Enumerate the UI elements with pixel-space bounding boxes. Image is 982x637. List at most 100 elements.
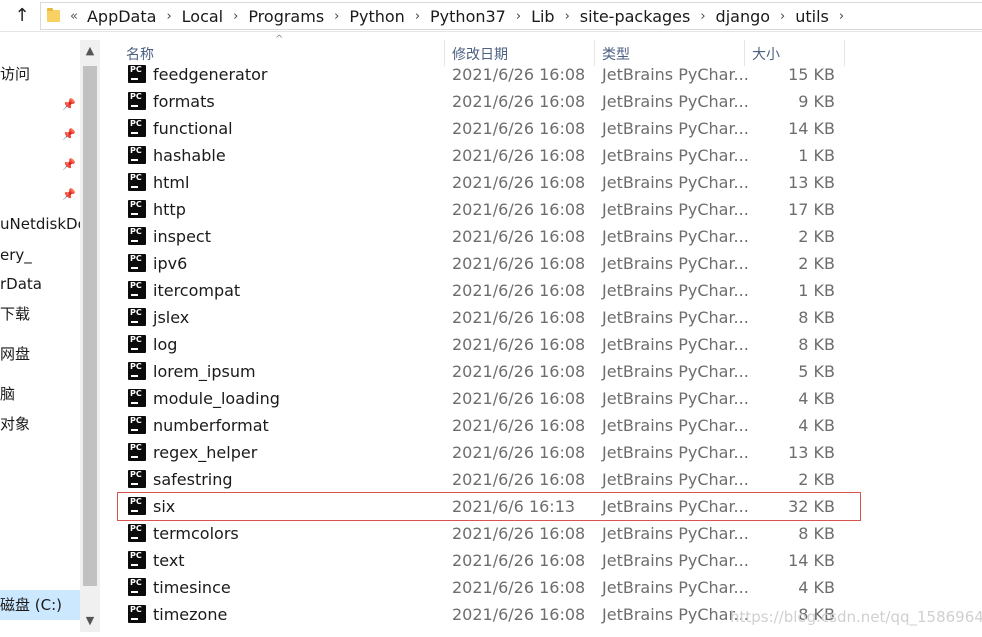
nav-item-local-disk-c[interactable]: 磁盘 (C:) xyxy=(0,594,62,616)
file-size: 9 KB xyxy=(798,92,835,111)
chevron-right-icon[interactable]: › xyxy=(780,9,785,24)
nav-item-this-pc[interactable]: 脑 xyxy=(0,383,15,405)
file-row[interactable]: PC http 2021/6/26 16:08 JetBrains PyChar...… xyxy=(118,196,860,223)
file-date-modified: 2021/6/26 16:08 xyxy=(452,308,586,327)
breadcrumb-item[interactable]: Python37 xyxy=(427,7,509,26)
chevron-right-icon[interactable]: › xyxy=(415,9,420,24)
chevron-right-icon[interactable]: › xyxy=(233,9,238,24)
file-row[interactable]: PC jslex 2021/6/26 16:08 JetBrains PyChar..… xyxy=(118,304,860,331)
up-arrow-icon[interactable]: ↑ xyxy=(10,4,34,28)
chevron-right-icon[interactable]: › xyxy=(166,9,171,24)
file-row[interactable]: PC html 2021/6/26 16:08 JetBrains PyChar...… xyxy=(118,169,860,196)
breadcrumb-item[interactable]: django xyxy=(713,7,774,26)
nav-item-quick-access[interactable]: 访问 xyxy=(0,63,30,85)
file-type: JetBrains PyChar... xyxy=(602,578,749,597)
file-row[interactable]: PC ipv6 2021/6/26 16:08 JetBrains PyChar...… xyxy=(118,250,860,277)
breadcrumb-item[interactable]: utils xyxy=(792,7,832,26)
file-row[interactable]: PC inspect 2021/6/26 16:08 JetBrains PyChar… xyxy=(118,223,860,250)
file-date-modified: 2021/6/26 16:08 xyxy=(452,389,586,408)
nav-item-userdata[interactable]: rData xyxy=(0,273,42,295)
file-size: 1 KB xyxy=(798,281,835,300)
file-type: JetBrains PyChar... xyxy=(602,335,749,354)
file-type: JetBrains PyChar... xyxy=(602,254,749,273)
file-row[interactable]: PC six 2021/6/6 16:13 JetBrains PyChar... 32… xyxy=(117,492,861,521)
pycharm-file-icon: PC xyxy=(128,254,146,272)
file-size: 2 KB xyxy=(798,470,835,489)
chevron-right-icon[interactable]: › xyxy=(565,9,570,24)
file-type: JetBrains PyChar... xyxy=(602,497,749,516)
file-type: JetBrains PyChar... xyxy=(602,524,749,543)
nav-scrollbar[interactable]: ▲ ▼ xyxy=(80,40,100,632)
chevron-right-icon[interactable]: › xyxy=(700,9,705,24)
breadcrumb-item[interactable]: site-packages xyxy=(577,7,694,26)
file-row[interactable]: PC functional 2021/6/26 16:08 JetBrains PyC… xyxy=(118,115,860,142)
file-row[interactable]: PC formats 2021/6/26 16:08 JetBrains PyChar… xyxy=(118,88,860,115)
breadcrumb-item[interactable]: Programs xyxy=(245,7,327,26)
pin-icon[interactable]: 📌 xyxy=(62,188,76,202)
file-type: JetBrains PyChar... xyxy=(602,173,749,192)
file-name: module_loading xyxy=(153,389,280,408)
file-type: JetBrains PyChar... xyxy=(602,470,749,489)
file-row[interactable]: PC lorem_ipsum 2021/6/26 16:08 JetBrains Py… xyxy=(118,358,860,385)
file-row[interactable]: PC module_loading 2021/6/26 16:08 JetBrains… xyxy=(118,385,860,412)
scroll-thumb[interactable] xyxy=(83,66,97,586)
file-row[interactable]: PC safestring 2021/6/26 16:08 JetBrains PyC… xyxy=(118,466,860,493)
file-date-modified: 2021/6/26 16:08 xyxy=(452,524,586,543)
nav-item-3d-objects[interactable]: 对象 xyxy=(0,413,30,435)
file-type: JetBrains PyChar... xyxy=(602,416,749,435)
breadcrumb-overflow-button[interactable]: « xyxy=(70,9,78,24)
file-type: JetBrains PyChar... xyxy=(602,119,749,138)
pin-icon[interactable]: 📌 xyxy=(62,98,76,112)
pin-icon[interactable]: 📌 xyxy=(62,158,76,172)
file-row[interactable]: PC timesince 2021/6/26 16:08 JetBrains PyCh… xyxy=(118,574,860,601)
file-date-modified: 2021/6/26 16:08 xyxy=(452,551,586,570)
breadcrumb-item[interactable]: Lib xyxy=(528,7,558,26)
file-date-modified: 2021/6/26 16:08 xyxy=(452,146,586,165)
file-row[interactable]: PC numberformat 2021/6/26 16:08 JetBrains P… xyxy=(118,412,860,439)
file-size: 8 KB xyxy=(798,335,835,354)
file-size: 32 KB xyxy=(788,497,835,516)
nav-item-query[interactable]: ery_ xyxy=(0,244,32,266)
file-size: 1 KB xyxy=(798,146,835,165)
file-date-modified: 2021/6/26 16:08 xyxy=(452,119,586,138)
file-name: html xyxy=(153,173,190,192)
nav-item-network-drive[interactable]: 网盘 xyxy=(0,343,30,365)
file-row[interactable]: PC text 2021/6/26 16:08 JetBrains PyChar...… xyxy=(118,547,860,574)
nav-item-netdisk[interactable]: uNetdiskDo xyxy=(0,213,87,235)
file-name: lorem_ipsum xyxy=(153,362,256,381)
breadcrumb[interactable]: « AppData › Local › Programs › Python › Python37… xyxy=(40,2,982,30)
file-type: JetBrains PyChar... xyxy=(602,605,749,624)
file-row[interactable]: PC regex_helper 2021/6/26 16:08 JetBrains P… xyxy=(118,439,860,466)
pycharm-file-icon: PC xyxy=(128,308,146,326)
pycharm-file-icon: PC xyxy=(128,281,146,299)
file-date-modified: 2021/6/6 16:13 xyxy=(452,497,576,516)
file-size: 5 KB xyxy=(798,362,835,381)
pycharm-file-icon: PC xyxy=(128,524,146,542)
pycharm-file-icon: PC xyxy=(128,65,146,83)
file-type: JetBrains PyChar... xyxy=(602,200,749,219)
chevron-right-icon[interactable]: › xyxy=(516,9,521,24)
file-row[interactable]: PC itercompat 2021/6/26 16:08 JetBrains PyC… xyxy=(118,277,860,304)
chevron-right-icon[interactable]: › xyxy=(334,9,339,24)
nav-item-downloads[interactable]: 下载 xyxy=(0,303,30,325)
file-row[interactable]: PC termcolors 2021/6/26 16:08 JetBrains PyC… xyxy=(118,520,860,547)
file-size: 4 KB xyxy=(798,416,835,435)
file-list: ^ 名称 修改日期 类型 大小 PC feedgenerator 2021/6/26… xyxy=(100,32,982,637)
pin-icon[interactable]: 📌 xyxy=(62,128,76,142)
file-type: JetBrains PyChar... xyxy=(602,146,749,165)
file-date-modified: 2021/6/26 16:08 xyxy=(452,605,586,624)
chevron-right-icon[interactable]: › xyxy=(839,9,844,24)
file-row[interactable]: PC hashable 2021/6/26 16:08 JetBrains PyCha… xyxy=(118,142,860,169)
pycharm-file-icon: PC xyxy=(128,416,146,434)
file-name: regex_helper xyxy=(153,443,258,462)
breadcrumb-item[interactable]: Python xyxy=(346,7,407,26)
file-row[interactable]: PC feedgenerator 2021/6/26 16:08 JetBrains … xyxy=(118,61,860,88)
breadcrumb-item[interactable]: Local xyxy=(179,7,226,26)
pycharm-file-icon: PC xyxy=(128,551,146,569)
scroll-down-icon[interactable]: ▼ xyxy=(80,612,100,630)
breadcrumb-item[interactable]: AppData xyxy=(84,7,159,26)
file-name: text xyxy=(153,551,185,570)
file-row[interactable]: PC log 2021/6/26 16:08 JetBrains PyChar... 8… xyxy=(118,331,860,358)
scroll-up-icon[interactable]: ▲ xyxy=(80,42,100,60)
file-date-modified: 2021/6/26 16:08 xyxy=(452,200,586,219)
